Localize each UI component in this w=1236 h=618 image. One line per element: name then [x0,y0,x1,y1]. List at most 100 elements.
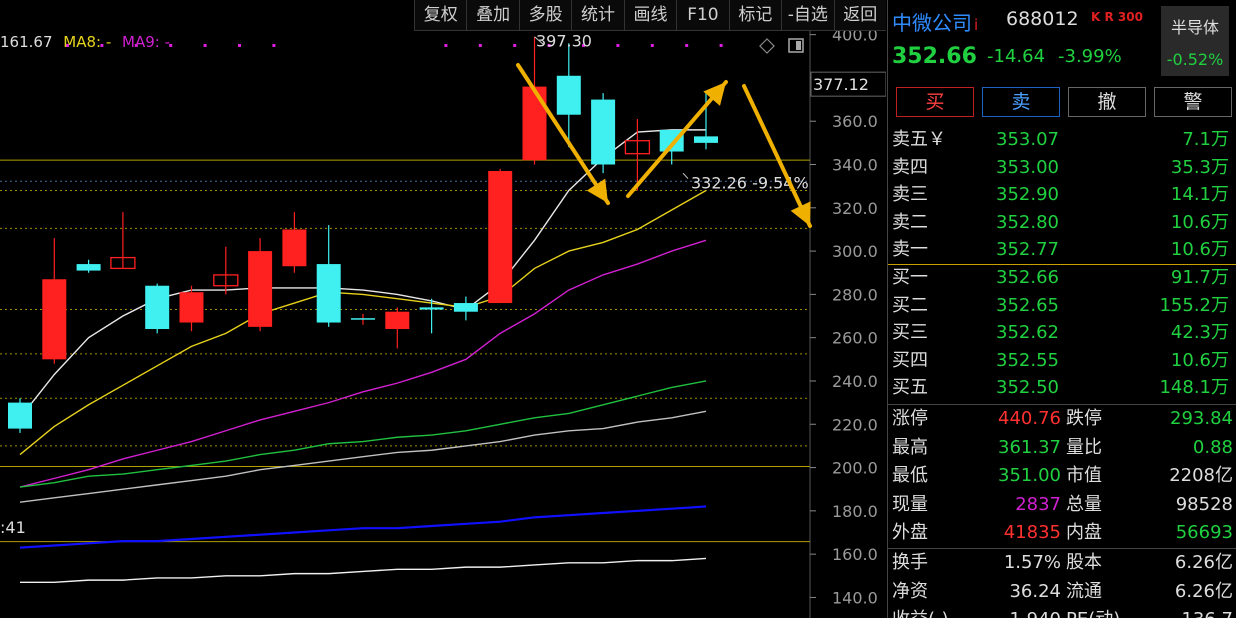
low-value-label: :41 [0,518,26,537]
candle-body [8,402,32,429]
ma-line [19,410,707,503]
stat-label: 最高 [892,436,928,458]
y-tick-label: 320.0 [832,199,878,218]
trend-arrow-shaft [742,84,812,228]
bid-level-label: 买二 [892,294,928,316]
bid-price: 352.55 [996,349,1059,371]
stat-value: 56693 [1175,522,1233,544]
y-tick-label: 140.0 [832,588,878,607]
ma-line [19,239,707,488]
candle-body [248,251,273,327]
candle-body [556,75,581,115]
kline-chart-panel[interactable]: 400.0 360.0 340.0 320.0 300.0 280.0 260.0 240.0… [0,0,886,618]
candle-body [42,279,67,360]
stat-label: 涨停 [892,408,928,429]
toolbar-statistics-button[interactable]: 统计 [571,0,623,30]
toolbar-back-button[interactable]: 返回 [833,0,886,30]
stat-label: 净资 [892,580,928,602]
orderbook-bid-row: 买一 352.66 91.7万 [888,264,1236,292]
stat-value: 361.37 [998,436,1061,458]
stat-label: 量比 [1066,436,1102,458]
stat-label: 现量 [892,493,928,515]
stat-label: 跌停 [1066,408,1102,429]
stock-change-pct: -3.99% [1058,46,1122,67]
signal-dot [238,43,241,47]
sector-box[interactable]: 半导体 -0.52% [1161,6,1229,76]
cancel-order-button[interactable]: 撤 [1068,87,1146,117]
orderbook-ask-row: 卖三 352.90 14.1万 [888,181,1236,209]
toolbar-mark-button[interactable]: 标记 [728,0,781,30]
ma-legend: 161.67 MA8: - MA9: - [0,33,176,51]
stat-value: 2837 [1015,493,1061,515]
stat-row: 净资 36.24 流通 6.26亿 [888,578,1236,607]
bid-level-label: 买一 [892,267,928,288]
sector-name: 半导体 [1170,18,1219,37]
toolbar-draw-line-button[interactable]: 画线 [623,0,676,30]
toolbar-multi-stock-button[interactable]: 多股 [518,0,571,30]
kline-chart[interactable]: 400.0360.0340.0320.0300.0280.0260.0240.0… [0,0,886,618]
stat-value: 0.88 [1192,436,1233,458]
y-tick-label: 300.0 [832,242,878,261]
chart-toolbar: 复权 叠加 多股 统计 画线 F10 标记 -自选 返回 [414,0,886,31]
y-tick-label: 280.0 [832,285,878,304]
bid-volume: 148.1万 [1159,377,1229,399]
toolbar-restore-rights-button[interactable]: 复权 [414,0,466,30]
legend-ma8: MA8: - [63,33,112,51]
bid-volume: 10.6万 [1170,349,1229,371]
stat-row: 涨停 440.76 跌停 293.84 [888,405,1236,434]
orderbook-ask-row: 卖二 352.80 10.6万 [888,209,1236,237]
stat-row: 外盘 41835 内盘 56693 [888,519,1236,548]
stock-name[interactable]: 中微公司 i [892,7,978,36]
stat-value: 1.940 [1009,606,1061,618]
stat-value: 6.26亿 [1174,580,1233,602]
ma-line [20,557,707,583]
stat-label: 股本 [1066,552,1102,573]
candle-body [351,318,375,320]
y-tick-label: 160.0 [832,545,878,564]
stat-row: 收益(-) 1.940 PE(动) 136.7 [888,606,1236,618]
signal-dot [685,43,689,47]
orderbook-ask-row: 卖四 353.00 35.3万 [888,154,1236,182]
legend-price: 161.67 [0,33,53,51]
candle-body [419,307,444,310]
alert-button[interactable]: 警 [1154,87,1232,117]
bid-volume: 91.7万 [1170,267,1229,288]
ask-level-label: 卖四 [892,156,928,178]
stat-label: 最低 [892,465,928,487]
stat-value: 351.00 [998,465,1061,487]
stat-label: 内盘 [1066,522,1102,544]
stat-value: 36.24 [1009,580,1061,602]
quote-stats-2: 换手1.57%股本6.26亿净资36.24流通6.26亿收益(-)1.940PE… [888,548,1236,618]
y-tick-label: 180.0 [832,502,878,521]
buy-button[interactable]: 买 [896,87,974,117]
y-tick-label: 200.0 [832,459,878,478]
y-tick-label: 240.0 [832,372,878,391]
bid-level-label: 买三 [892,322,928,344]
stock-price: 352.66 [892,44,977,69]
ask-volume: 14.1万 [1170,184,1229,206]
ask-price: 352.80 [996,211,1059,233]
ask-volume: 10.6万 [1170,239,1229,261]
high-annotation-label: 397.30 [536,31,592,50]
candle-body [179,292,204,323]
bid-price: 352.50 [996,377,1059,399]
panel-toggle-icon-fill [796,41,801,50]
sell-button[interactable]: 卖 [982,87,1060,117]
orderbook-buy: 买一 352.66 91.7万 买二 352.65 155.2万 买三 352.62 42.3万… [888,264,1236,402]
toolbar-watchlist-button[interactable]: -自选 [781,0,833,30]
candle-body [385,311,410,330]
toolbar-f10-button[interactable]: F10 [676,0,728,30]
toolbar-overlay-button[interactable]: 叠加 [466,0,518,30]
ask-price: 352.90 [996,184,1059,206]
orderbook-ask-row: 卖一 352.77 10.6万 [888,236,1236,264]
candle-body [145,285,170,330]
diamond-icon [759,38,775,54]
stock-header: 中微公司 i 688012 K R 300 352.66 -14.64 -3.99… [888,0,1236,80]
ask-price: 352.77 [996,239,1059,261]
y-tick-label: 260.0 [832,329,878,348]
stat-label: 换手 [892,552,928,573]
info-icon[interactable]: i [974,16,978,34]
bid-level-label: 买五 [892,377,928,399]
ask-level-label: 卖三 [892,184,928,206]
bid-level-label: 买四 [892,349,928,371]
